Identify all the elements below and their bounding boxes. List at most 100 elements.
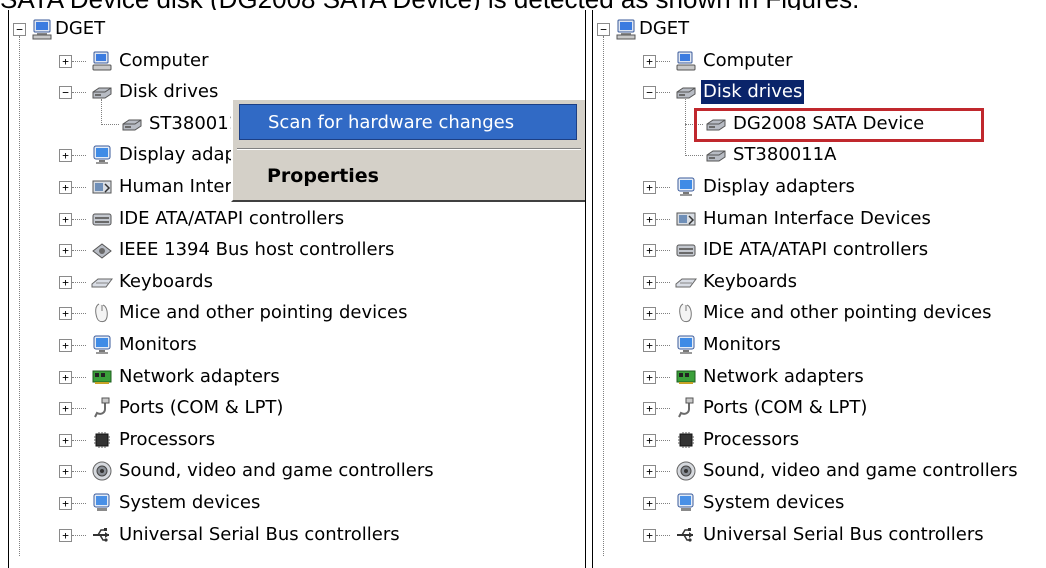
tree-category-item[interactable]: + Monitors [593, 330, 1046, 360]
tree-category-item[interactable]: + Universal Serial Bus controllers [593, 520, 1046, 550]
monitor-icon [675, 176, 697, 198]
mouse-icon [91, 302, 113, 324]
ieee1394-icon [91, 239, 113, 261]
menu-item-properties[interactable]: Properties [239, 158, 577, 194]
expand-icon[interactable]: + [59, 54, 72, 68]
computer-icon [91, 50, 113, 72]
usb-icon [91, 524, 113, 546]
computer-icon [615, 18, 637, 40]
expand-icon[interactable]: + [643, 307, 656, 321]
tree-category-item[interactable]: + Network adapters [9, 362, 585, 392]
expand-icon[interactable]: + [643, 465, 656, 479]
tree-item-label: Mice and other pointing devices [703, 302, 992, 324]
expand-icon[interactable]: + [643, 497, 656, 510]
tree-item-label: Ports (COM & LPT) [703, 397, 868, 419]
expand-icon[interactable]: + [59, 370, 72, 384]
tree-line [72, 187, 86, 188]
tree-category-item[interactable]: + Display adapters [593, 172, 1046, 202]
expand-icon[interactable]: + [59, 402, 72, 416]
tree-category-item[interactable]: + Network adapters [593, 362, 1046, 392]
tree-category-item[interactable]: + Mice and other pointing devices [593, 298, 1046, 328]
tree-category-item[interactable]: + IDE ATA/ATAPI controllers [593, 235, 1046, 265]
tree-item-label: Monitors [703, 334, 781, 355]
context-menu: Scan for hardware changes Properties [231, 98, 585, 202]
tree-category-item[interactable]: + Keyboards [9, 267, 585, 297]
tree-line [72, 250, 86, 252]
expand-icon[interactable]: + [59, 433, 72, 447]
tree-root-label: DGET [639, 18, 690, 39]
tree-child-item[interactable]: ST380011A [593, 140, 1046, 170]
tree-line [72, 281, 86, 283]
tree-category-item[interactable]: + Processors [9, 425, 585, 455]
tree-line [656, 92, 670, 94]
expand-icon[interactable]: + [59, 181, 72, 194]
tree-category-item[interactable]: + Sound, video and game controllers [593, 456, 1046, 486]
tree-category-item[interactable]: + Ports (COM & LPT) [593, 393, 1046, 423]
tree-item-label: Network adapters [703, 365, 864, 387]
system-device-icon [675, 492, 697, 514]
collapse-icon[interactable]: − [643, 86, 656, 100]
expand-icon[interactable]: + [59, 497, 72, 510]
tree-line [656, 503, 670, 504]
tree-category-item[interactable]: + Mice and other pointing devices [9, 298, 585, 328]
expand-icon[interactable]: + [59, 275, 72, 289]
tree-category-item[interactable]: + Universal Serial Bus controllers [9, 520, 585, 550]
tree-category-item[interactable]: + Processors [593, 425, 1046, 455]
expand-icon[interactable]: + [643, 181, 656, 194]
tree-category-item[interactable]: + System devices [593, 488, 1046, 518]
expand-icon[interactable]: + [59, 212, 72, 226]
expand-icon[interactable]: + [643, 370, 656, 384]
tree-item-label: Display adapters [703, 176, 855, 197]
tree-item-label: Keyboards [703, 270, 797, 292]
tree-category-item[interactable]: + IDE ATA/ATAPI controllers [9, 204, 585, 234]
highlight-box [694, 108, 984, 142]
expand-icon[interactable]: + [643, 402, 656, 416]
tree-category-item[interactable]: + Computer [593, 46, 1046, 76]
tree-category-item[interactable]: + System devices [9, 488, 585, 518]
tree-line [656, 281, 670, 283]
tree-category-item[interactable]: + Human Interface Devices [593, 204, 1046, 234]
expand-icon[interactable]: + [643, 339, 656, 352]
disk-drive-icon [91, 81, 113, 103]
device-manager-tree-right[interactable]: − DGET + Computer − Disk drives DG2008 SATA De… [592, 10, 1046, 568]
disk-drive-icon [705, 144, 727, 166]
tree-line [101, 99, 102, 123]
expand-icon[interactable]: + [643, 433, 656, 447]
expand-icon[interactable]: + [59, 528, 72, 542]
tree-item-label: ST380011A [733, 144, 837, 166]
network-card-icon [91, 366, 113, 388]
tree-category-item[interactable]: + Keyboards [593, 267, 1046, 297]
expand-icon[interactable]: + [59, 149, 72, 163]
tree-item-label: Universal Serial Bus controllers [703, 523, 984, 545]
expand-icon[interactable]: + [59, 465, 72, 479]
tree-line [72, 408, 86, 410]
tree-category-item[interactable]: + Sound, video and game controllers [9, 456, 585, 486]
menu-item-scan-for-hardware-changes[interactable]: Scan for hardware changes [239, 104, 577, 140]
mouse-icon [675, 302, 697, 324]
device-manager-tree-left[interactable]: − DGET + Computer − Disk drives ST380011A + Disp… [8, 10, 586, 568]
collapse-root-icon[interactable]: − [13, 23, 26, 36]
collapse-root-icon[interactable]: − [597, 23, 610, 36]
disk-drive-icon [121, 113, 143, 135]
expand-icon[interactable]: + [59, 244, 72, 258]
tree-category-item[interactable]: + IEEE 1394 Bus host controllers [9, 235, 585, 265]
expand-icon[interactable]: + [643, 528, 656, 542]
collapse-icon[interactable]: − [59, 86, 72, 100]
computer-icon [31, 18, 53, 40]
tree-item-label: System devices [119, 492, 261, 513]
expand-icon[interactable]: + [643, 244, 656, 258]
expand-icon[interactable]: + [59, 339, 72, 352]
hid-icon [91, 176, 113, 198]
system-device-icon [91, 492, 113, 514]
tree-category-item[interactable]: + Monitors [9, 330, 585, 360]
monitor-icon [91, 144, 113, 166]
expand-icon[interactable]: + [59, 307, 72, 321]
expand-icon[interactable]: + [643, 212, 656, 226]
expand-icon[interactable]: + [643, 54, 656, 68]
tree-category-item[interactable]: + Computer [9, 46, 585, 76]
tree-category-item[interactable]: + Ports (COM & LPT) [9, 393, 585, 423]
tree-category-item[interactable]: − Disk drives [593, 77, 1046, 107]
tree-item-label: Computer [119, 49, 209, 71]
tree-item-label: Human Interface Devices [703, 207, 931, 229]
expand-icon[interactable]: + [643, 275, 656, 289]
